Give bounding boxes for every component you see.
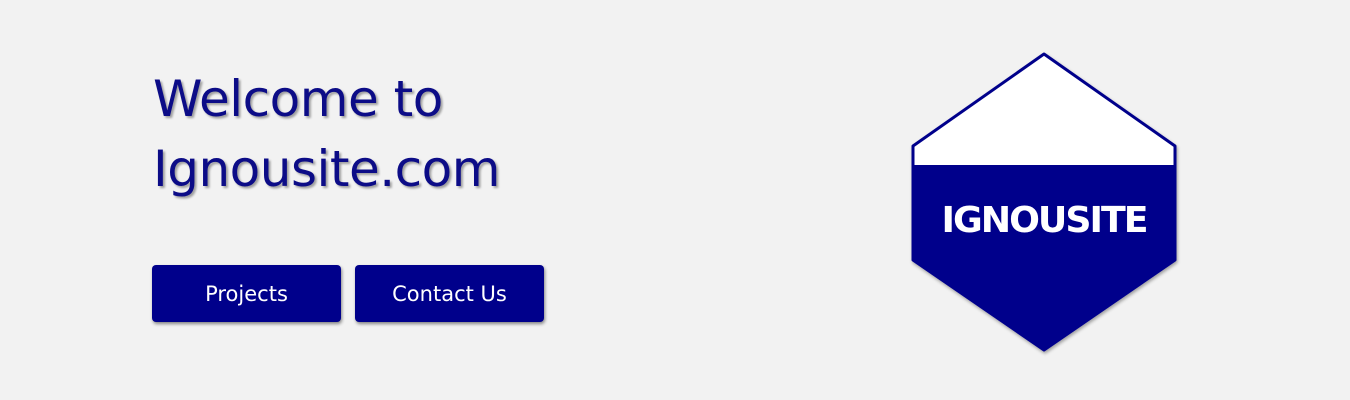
page-title-line2: Ignousite.com [153, 140, 500, 198]
hero-section: Welcome to Ignousite.com Projects Contac… [0, 0, 1350, 400]
page-title: Welcome to Ignousite.com [153, 64, 500, 204]
ignousite-logo: IGNOUSITE [911, 52, 1177, 352]
logo-text: IGNOUSITE [942, 200, 1147, 241]
contact-us-button[interactable]: Contact Us [355, 265, 544, 322]
projects-button[interactable]: Projects [152, 265, 341, 322]
page-title-line1: Welcome to [153, 70, 443, 128]
